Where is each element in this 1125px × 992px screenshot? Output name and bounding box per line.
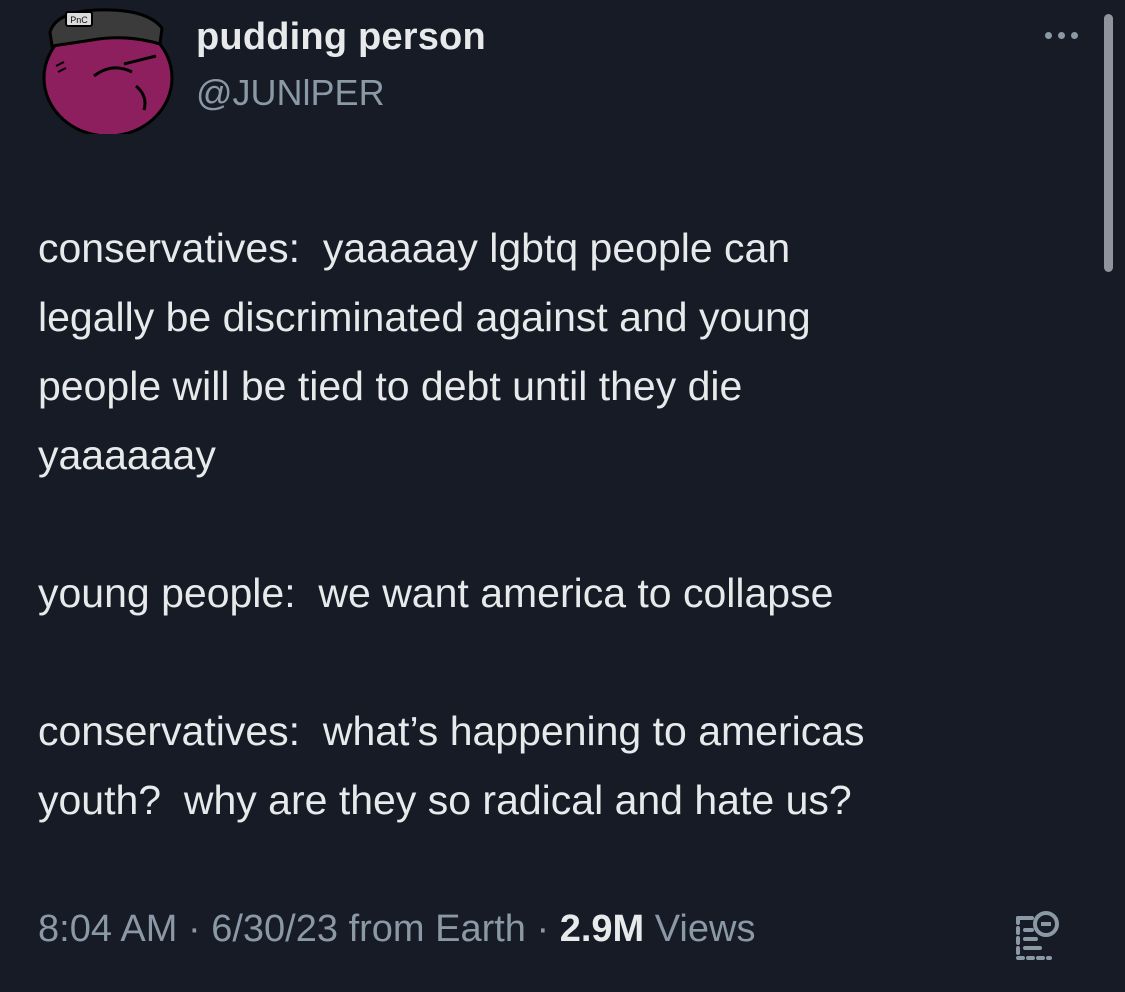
user-handle[interactable]: @JUNlPER bbox=[196, 72, 385, 114]
views-count: 2.9M bbox=[559, 908, 645, 950]
purple-pudding-character-avatar-icon: PnC bbox=[42, 8, 174, 134]
tweet-date[interactable]: 6/30/23 bbox=[211, 908, 338, 950]
tweet-detail: PnC pudding person @JUNlPER conservative… bbox=[0, 0, 1125, 992]
tweet-text: conservatives: yaaaaay lgbtq people can … bbox=[38, 214, 1098, 835]
tweet-paragraph: young people: we want america to collaps… bbox=[38, 570, 834, 616]
tweet-source: from Earth bbox=[348, 908, 526, 950]
tweet-time[interactable]: 8:04 AM bbox=[38, 908, 177, 950]
meta-separator: · bbox=[525, 908, 560, 950]
views-label: Views bbox=[644, 908, 756, 950]
more-options-icon bbox=[1042, 31, 1081, 39]
analytics-button[interactable] bbox=[1010, 908, 1060, 964]
avatar[interactable]: PnC bbox=[36, 6, 182, 134]
tweet-paragraph: conservatives: what’s happening to ameri… bbox=[38, 708, 865, 823]
analytics-icon bbox=[1016, 911, 1059, 960]
display-name[interactable]: pudding person bbox=[196, 16, 486, 59]
tweet-metadata: 8:04 AM · 6/30/23 from Earth · 2.9M View… bbox=[38, 908, 755, 951]
tweet-paragraph: conservatives: yaaaaay lgbtq people can … bbox=[38, 225, 811, 478]
meta-separator: · bbox=[177, 908, 212, 950]
scrollbar[interactable] bbox=[1104, 14, 1113, 272]
more-options-button[interactable] bbox=[1036, 20, 1086, 50]
avatar-hat-text: PnC bbox=[70, 15, 88, 25]
